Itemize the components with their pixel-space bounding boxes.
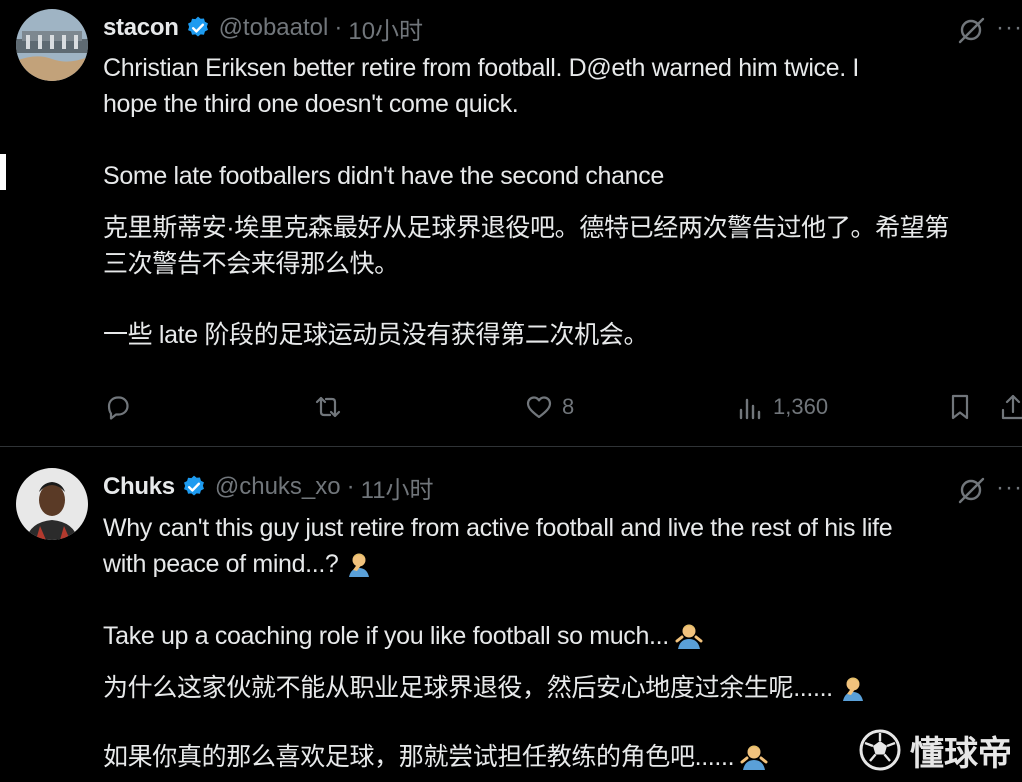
post-stacon[interactable]: stacon @tobaatol · 10小时 ··· Christian Er…: [0, 0, 1022, 447]
facepalm-emoji-icon: [348, 553, 369, 577]
football-logo-icon: [859, 729, 901, 771]
separator-dot: ·: [346, 473, 355, 500]
post-text: 为什么这家伙就不能从职业足球界退役，然后安心地度过余生呢......: [103, 674, 833, 702]
display-name[interactable]: Chuks: [103, 473, 175, 501]
watermark-text: 懂球帝: [910, 734, 1012, 773]
post-text: Take up a coaching role if you like foot…: [103, 622, 669, 650]
timestamp[interactable]: 11小时: [361, 470, 434, 505]
timestamp[interactable]: 10小时: [348, 11, 423, 46]
share-icon: [1001, 394, 1022, 420]
repost-icon: [315, 396, 341, 418]
reply-icon: [107, 396, 129, 420]
views-button[interactable]: 1,360: [735, 387, 828, 427]
reply-button[interactable]: [103, 387, 141, 427]
repost-button[interactable]: [313, 387, 351, 427]
action-bar: 8 1,360: [103, 387, 1022, 427]
more-icon[interactable]: ···: [996, 475, 1022, 505]
person-emoji-icon: [740, 745, 768, 770]
post-text-line: 为什么这家伙就不能从职业足球界退役，然后安心地度过余生呢......: [103, 670, 867, 706]
avatar[interactable]: [16, 9, 88, 81]
avatar-image: [16, 9, 88, 81]
separator-dot: ·: [334, 14, 343, 41]
watermark: 懂球帝: [858, 726, 1012, 774]
view-count: 1,360: [773, 394, 829, 419]
post-text-line: 克里斯蒂安·埃里克森最好从足球界退役吧。德特已经两次警告过他了。希望第: [103, 214, 950, 242]
post-text-line: Christian Eriksen better retire from foo…: [103, 54, 860, 82]
grok-icon[interactable]: [956, 15, 986, 45]
person-emoji-icon: [675, 624, 703, 649]
share-button[interactable]: [998, 387, 1022, 427]
post-text-line: Some late footballers didn't have the se…: [103, 162, 664, 190]
post-text-line: hope the third one doesn't come quick.: [103, 90, 519, 118]
handle[interactable]: @tobaatol: [219, 14, 329, 42]
verified-badge-icon[interactable]: [185, 15, 211, 41]
bookmark-button[interactable]: [945, 387, 975, 427]
post-text-line: with peace of mind...?: [103, 546, 373, 582]
facepalm-emoji-icon: [842, 677, 863, 701]
post-text-line: 如果你真的那么喜欢足球，那就尝试担任教练的角色吧......: [103, 739, 768, 775]
post-text-line: 三次警告不会来得那么快。: [103, 250, 399, 278]
post-text: with peace of mind...?: [103, 550, 339, 578]
avatar[interactable]: [16, 468, 88, 540]
handle[interactable]: @chuks_xo: [215, 473, 341, 501]
grok-icon[interactable]: [956, 475, 986, 505]
avatar-image: [16, 468, 88, 540]
like-count: 8: [562, 394, 575, 419]
like-icon: [526, 396, 552, 419]
post-text-line: Why can't this guy just retire from acti…: [103, 514, 893, 542]
like-button[interactable]: 8: [524, 387, 574, 427]
display-name[interactable]: stacon: [103, 14, 179, 42]
verified-badge-icon[interactable]: [181, 474, 207, 500]
bookmark-icon: [951, 394, 969, 420]
post-header: stacon @tobaatol · 10小时: [103, 11, 423, 45]
post-header: Chuks @chuks_xo · 11小时: [103, 470, 434, 504]
more-icon[interactable]: ···: [996, 15, 1022, 45]
post-text-line: 一些 late 阶段的足球运动员没有获得第二次机会。: [103, 321, 649, 349]
post-text: 如果你真的那么喜欢足球，那就尝试担任教练的角色吧......: [103, 743, 735, 771]
post-text-line: Take up a coaching role if you like foot…: [103, 618, 703, 654]
views-icon: [739, 398, 761, 420]
